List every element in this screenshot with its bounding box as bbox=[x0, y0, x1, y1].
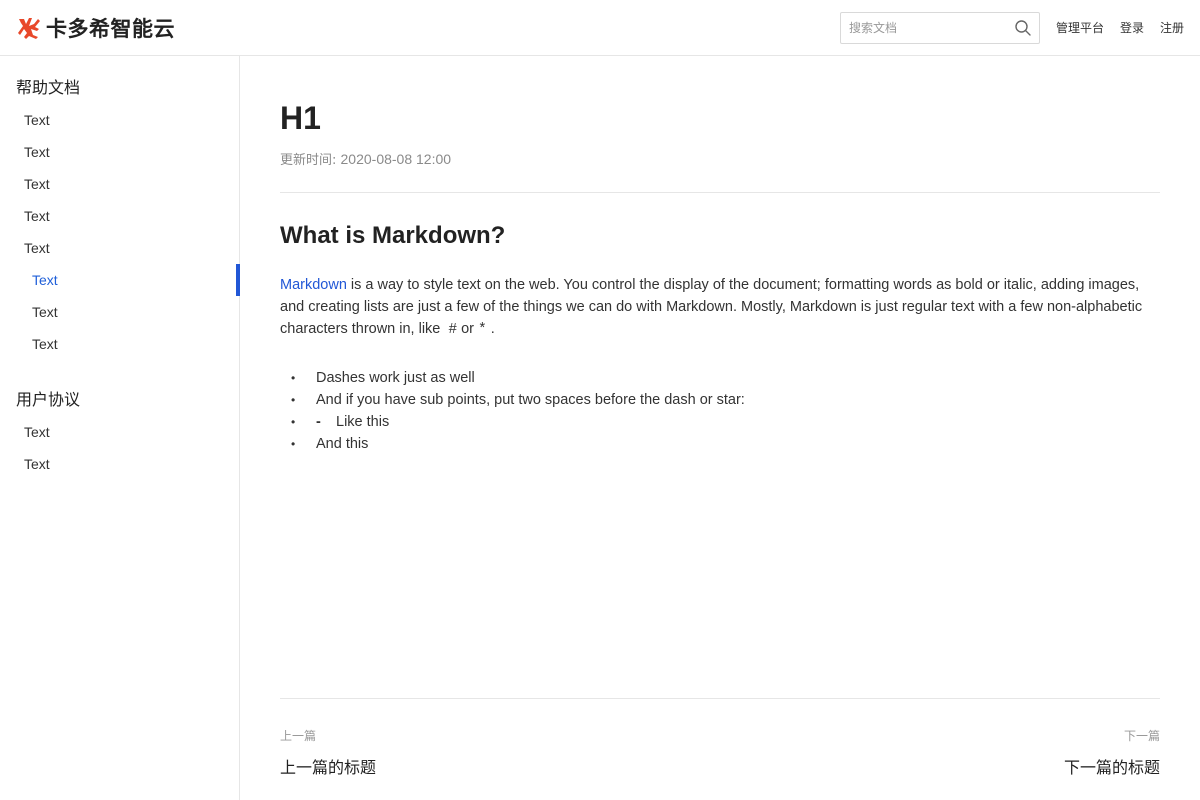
top-header: 卡多希智能云 管理平台 登录 注册 bbox=[0, 0, 1200, 56]
sidebar-subitem[interactable]: Text bbox=[0, 328, 240, 360]
list-item-text: Dashes work just as well bbox=[316, 370, 475, 386]
updated-time-label: 更新时间: bbox=[280, 153, 341, 168]
nav-register-link[interactable]: 注册 bbox=[1160, 19, 1184, 36]
active-indicator bbox=[236, 264, 240, 296]
updated-time-value: 2020-08-08 12:00 bbox=[340, 151, 452, 167]
article-paragraph: Markdown is a way to style text on the w… bbox=[280, 274, 1160, 341]
sidebar-item-label: Text bbox=[24, 424, 50, 440]
sidebar-section-title-help: 帮助文档 bbox=[16, 78, 81, 97]
paragraph-text: . bbox=[490, 321, 495, 337]
sidebar-item-label: Text bbox=[32, 336, 58, 352]
sidebar-item[interactable]: Text bbox=[0, 104, 240, 136]
sidebar-item-label: Text bbox=[24, 208, 50, 224]
inline-code-hash: # bbox=[448, 322, 458, 338]
bullet: • bbox=[291, 393, 296, 407]
sidebar-item[interactable]: Text bbox=[0, 168, 240, 200]
sidebar-item-label: Text bbox=[24, 144, 50, 160]
sidebar-section-title-agreement: 用户协议 bbox=[16, 390, 81, 409]
sidebar-item-label: Text bbox=[32, 272, 58, 288]
next-page-link[interactable]: 下一篇的标题 bbox=[1064, 754, 1160, 778]
list-item-text: Like this bbox=[336, 414, 390, 430]
paragraph-text: is a way to style text on the web. You c… bbox=[280, 277, 1143, 337]
article-content: H1 更新时间: 2020-08-08 12:00 What is Markdo… bbox=[280, 56, 1160, 800]
bullet: • bbox=[291, 437, 296, 451]
page-title: H1 bbox=[280, 100, 321, 136]
sub-bullet-dash: - bbox=[316, 414, 321, 430]
search-icon[interactable] bbox=[1014, 19, 1032, 37]
sidebar-subitem[interactable]: Text bbox=[0, 296, 240, 328]
dragon-logo-icon bbox=[18, 18, 40, 39]
bullet: • bbox=[291, 371, 296, 385]
sidebar-item[interactable]: Text bbox=[0, 416, 240, 448]
sidebar-item[interactable]: Text bbox=[0, 232, 240, 264]
list-item-text: And this bbox=[316, 436, 369, 452]
nav-login-link[interactable]: 登录 bbox=[1120, 19, 1144, 36]
paragraph-text: or bbox=[461, 321, 475, 337]
bullet: • bbox=[291, 415, 296, 429]
sidebar-item-label: Text bbox=[24, 112, 50, 128]
list-item-text: And if you have sub points, put two spac… bbox=[316, 392, 745, 408]
sidebar-item-label: Text bbox=[24, 456, 50, 472]
brand-logo[interactable]: 卡多希智能云 bbox=[16, 14, 175, 42]
brand-name: 卡多希智能云 bbox=[46, 17, 175, 41]
prev-page-label: 上一篇 bbox=[280, 729, 317, 743]
sidebar: 帮助文档 Text Text Text Text Text Text Text … bbox=[0, 56, 240, 800]
bullet-list: • Dashes work just as well • And if you … bbox=[280, 367, 1160, 455]
sidebar-item[interactable]: Text bbox=[0, 448, 240, 480]
updated-time: 更新时间: 2020-08-08 12:00 bbox=[280, 149, 451, 168]
prev-page-link[interactable]: 上一篇的标题 bbox=[280, 754, 376, 778]
search-input[interactable] bbox=[841, 13, 1009, 43]
pager-divider bbox=[280, 698, 1160, 699]
sidebar-item[interactable]: Text bbox=[0, 200, 240, 232]
sidebar-item-label: Text bbox=[32, 304, 58, 320]
sidebar-item-label: Text bbox=[24, 176, 50, 192]
inline-code-star: * bbox=[478, 322, 487, 338]
list-item: • And if you have sub points, put two sp… bbox=[280, 389, 1160, 411]
list-item: • - Like this bbox=[280, 411, 1160, 433]
section-heading: What is Markdown? bbox=[280, 222, 506, 249]
sidebar-item[interactable]: Text bbox=[0, 136, 240, 168]
nav-manage-platform-link[interactable]: 管理平台 bbox=[1056, 19, 1104, 36]
list-item: • Dashes work just as well bbox=[280, 367, 1160, 389]
search-box bbox=[840, 12, 1040, 44]
markdown-link[interactable]: Markdown bbox=[280, 277, 347, 293]
sidebar-item-label: Text bbox=[24, 240, 50, 256]
title-divider bbox=[280, 192, 1160, 193]
next-page-label: 下一篇 bbox=[1123, 729, 1160, 743]
list-item: • And this bbox=[280, 433, 1160, 455]
sidebar-subitem-active[interactable]: Text bbox=[0, 264, 240, 296]
